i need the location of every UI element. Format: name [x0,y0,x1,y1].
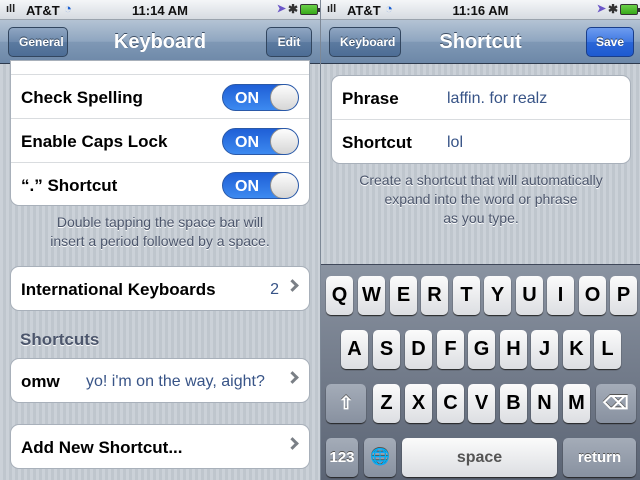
row-check-spelling: Check Spelling ON [11,75,309,119]
clock: 11:16 AM [452,3,509,18]
toggle-state: ON [235,178,259,195]
bluetooth-icon: ✱ [287,2,298,16]
battery-icon [620,4,640,15]
chevron-right-icon [286,371,299,384]
international-keyboards-label: International Keyboards [21,280,216,299]
period-shortcut-toggle[interactable]: ON [222,172,299,199]
edit-button[interactable]: Edit [266,27,312,57]
status-bar: ıll AT&T ◔ 11:16 AM ➤ ✱ [321,0,640,20]
period-shortcut-note: Double tapping the space bar will insert… [20,213,300,251]
caps-lock-label: Enable Caps Lock [21,132,168,151]
key-m[interactable]: M [563,384,590,423]
key-v[interactable]: V [468,384,495,423]
key-a[interactable]: A [341,330,368,369]
toggle-state: ON [235,134,259,151]
key-l[interactable]: L [594,330,621,369]
note-line: as you type. [443,210,519,226]
on-screen-keyboard: Q W E R T Y U I O P A S D F G H J K L ⇧ … [321,264,640,480]
shortcut-key: omw [21,372,60,391]
numbers-key[interactable]: 123 [326,438,358,477]
key-j[interactable]: J [531,330,558,369]
note-line: Double tapping the space bar will [56,214,264,230]
phrase-label: Phrase [342,89,399,108]
key-p[interactable]: P [610,276,637,315]
row-period-shortcut: “.” Shortcut ON [11,163,309,205]
international-keyboards-group: International Keyboards 2 [10,266,310,311]
shortcut-note: Create a shortcut that will automaticall… [341,171,621,228]
chevron-right-icon [286,437,299,450]
chevron-right-icon [286,279,299,292]
shift-key[interactable]: ⇧ [326,384,366,423]
shortcut-form: Phrase laffin. for realz Shortcut lol [331,75,631,164]
shortcuts-group: omw yo! i'm on the way, aight? [10,358,310,403]
save-button[interactable]: Save [586,27,634,57]
return-key[interactable]: return [563,438,636,477]
shortcut-phrase: yo! i'm on the way, aight? [86,373,265,390]
caps-lock-toggle[interactable]: ON [222,128,299,155]
bluetooth-icon: ✱ [607,2,618,16]
delete-icon: ⌫ [603,393,629,413]
globe-key[interactable]: 🌐 [364,438,396,477]
shortcut-field[interactable]: lol [447,134,463,152]
note-line: insert a period followed by a space. [50,233,270,249]
navigation-bar: General Keyboard Edit [0,20,320,64]
key-g[interactable]: G [468,330,495,369]
shortcut-label: Shortcut [342,133,412,152]
keyboard-settings-screen: ıll AT&T ◔ 11:14 AM ➤ ✱ General Keyboard… [0,0,320,480]
key-x[interactable]: X [405,384,432,423]
row-caps-lock: Enable Caps Lock ON [11,119,309,163]
key-i[interactable]: I [547,276,574,315]
delete-key[interactable]: ⌫ [596,384,636,423]
check-spelling-label: Check Spelling [21,88,143,107]
check-spelling-toggle[interactable]: ON [222,84,299,111]
phrase-row: Phrase laffin. for realz [332,76,630,120]
key-d[interactable]: D [405,330,432,369]
key-t[interactable]: T [453,276,480,315]
key-b[interactable]: B [500,384,527,423]
key-w[interactable]: W [358,276,385,315]
toggle-knob [270,173,298,198]
key-h[interactable]: H [500,330,527,369]
key-c[interactable]: C [437,384,464,423]
note-line: Create a shortcut that will automaticall… [359,172,603,188]
shortcuts-header: Shortcuts [20,330,100,349]
location-icon: ➤ [276,3,286,15]
location-icon: ➤ [596,3,606,15]
clock: 11:14 AM [132,3,188,18]
battery-icon [300,4,320,15]
key-o[interactable]: O [579,276,606,315]
toggle-state: ON [235,90,259,107]
key-z[interactable]: Z [373,384,400,423]
toggle-knob [270,85,298,110]
space-key[interactable]: space [402,438,557,477]
key-u[interactable]: U [516,276,543,315]
key-k[interactable]: K [563,330,590,369]
phrase-field[interactable]: laffin. for realz [447,90,547,108]
period-shortcut-label: “.” Shortcut [21,176,118,195]
navigation-bar: Keyboard Shortcut Save [321,20,640,64]
toggle-knob [270,129,298,154]
status-bar: ıll AT&T ◔ 11:14 AM ➤ ✱ [0,0,320,20]
toggle-group: Check Spelling ON Enable Caps Lock ON “.… [10,60,310,206]
key-y[interactable]: Y [484,276,511,315]
add-shortcut-group: Add New Shortcut... [10,424,310,469]
note-line: expand into the word or phrase [384,191,578,207]
key-e[interactable]: E [390,276,417,315]
shift-icon: ⇧ [338,393,354,413]
keyboard-count: 2 [270,281,279,298]
shortcut-row-omw[interactable]: omw yo! i'm on the way, aight? [11,359,309,402]
row-partial [11,61,309,75]
key-f[interactable]: F [437,330,464,369]
key-s[interactable]: S [373,330,400,369]
globe-icon: 🌐 [370,449,390,466]
add-new-shortcut-row[interactable]: Add New Shortcut... [11,425,309,468]
international-keyboards-row[interactable]: International Keyboards 2 [11,267,309,310]
shortcut-row: Shortcut lol [332,120,630,163]
key-q[interactable]: Q [326,276,353,315]
key-n[interactable]: N [531,384,558,423]
add-new-shortcut-label: Add New Shortcut... [21,438,183,457]
shortcut-editor-screen: ıll AT&T ◔ 11:16 AM ➤ ✱ Keyboard Shortcu… [320,0,640,480]
key-r[interactable]: R [421,276,448,315]
